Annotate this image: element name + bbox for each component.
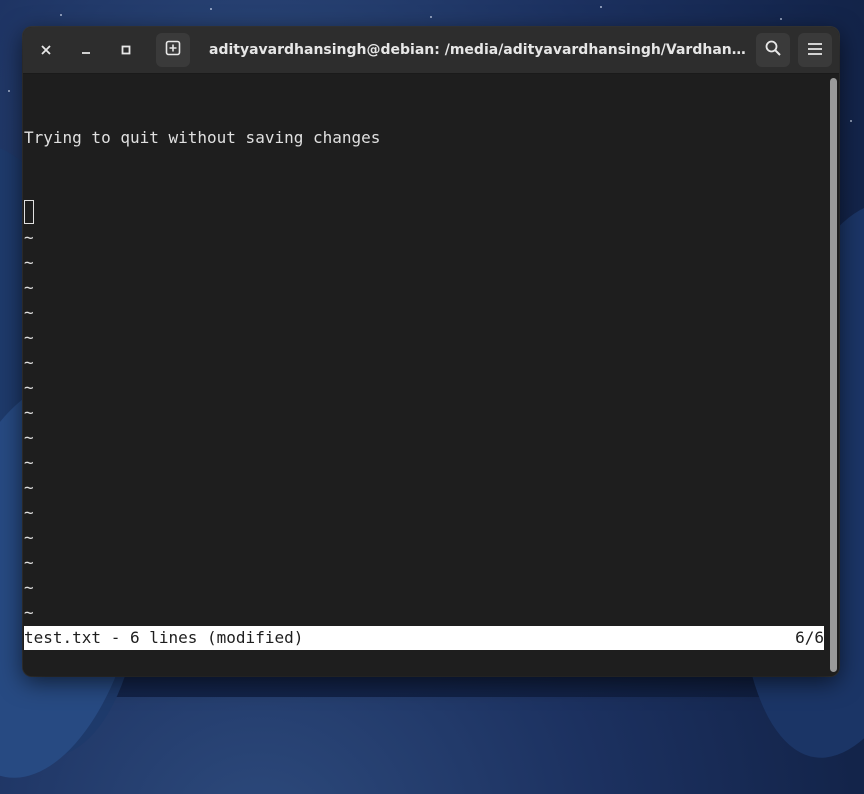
empty-line-tilde: ~ [24, 428, 34, 447]
empty-line-tilde: ~ [24, 328, 34, 347]
maximize-button[interactable] [111, 35, 141, 65]
empty-line-tilde: ~ [24, 528, 34, 547]
wallpaper-star [600, 6, 602, 8]
text-cursor [24, 200, 34, 224]
minimize-button[interactable] [71, 35, 101, 65]
new-tab-icon [165, 40, 181, 60]
empty-line-tilde: ~ [24, 578, 34, 597]
hamburger-menu-icon [807, 41, 823, 60]
empty-line-tilde: ~ [24, 553, 34, 572]
empty-line-tilde: ~ [24, 253, 34, 272]
terminal-window: adityavardhansingh@debian: /media/aditya… [23, 27, 839, 676]
empty-line-tilde: ~ [24, 478, 34, 497]
empty-line-tilde: ~ [24, 403, 34, 422]
wallpaper-star [430, 16, 432, 18]
maximize-icon [121, 45, 131, 55]
scrollbar[interactable] [827, 74, 839, 676]
minimize-icon [81, 45, 91, 55]
empty-line-tilde: ~ [24, 603, 34, 622]
empty-line-tilde: ~ [24, 378, 34, 397]
scrollbar-thumb[interactable] [830, 78, 837, 672]
wallpaper-star [780, 18, 782, 20]
wallpaper-star [60, 14, 62, 16]
empty-line-tilde: ~ [24, 303, 34, 322]
status-bar: test.txt - 6 lines (modified) 6/6 [24, 626, 824, 650]
editor-line: Trying to quit without saving changes [24, 128, 381, 147]
empty-line-tilde: ~ [24, 503, 34, 522]
close-icon [41, 45, 51, 55]
window-title: adityavardhansingh@debian: /media/aditya… [209, 42, 749, 58]
headerbar: adityavardhansingh@debian: /media/aditya… [23, 27, 839, 74]
terminal-content[interactable]: Trying to quit without saving changes ~ ~… [23, 74, 827, 676]
status-file-info: test.txt - 6 lines (modified) [24, 628, 304, 647]
new-tab-button[interactable] [156, 33, 190, 67]
empty-line-tilde: ~ [24, 278, 34, 297]
wallpaper-star [210, 8, 212, 10]
wallpaper-star [850, 120, 852, 122]
empty-line-tilde: ~ [24, 353, 34, 372]
close-button[interactable] [31, 35, 61, 65]
empty-line-tilde: ~ [24, 228, 34, 247]
status-line-position: 6/6 [795, 628, 824, 647]
search-icon [765, 40, 781, 60]
wallpaper-star [8, 90, 10, 92]
main-menu-button[interactable] [798, 33, 832, 67]
search-button[interactable] [756, 33, 790, 67]
empty-line-tilde: ~ [24, 453, 34, 472]
